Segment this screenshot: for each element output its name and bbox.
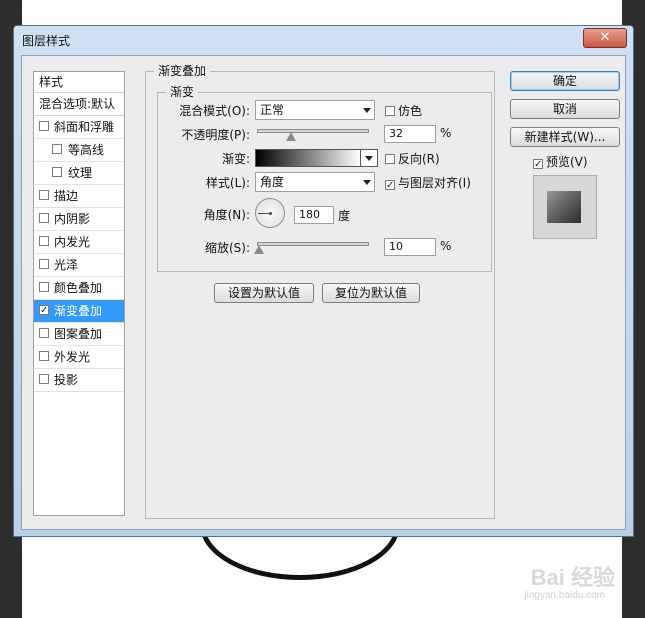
style-item-checkbox[interactable]: [52, 144, 62, 154]
checkbox-box: ✓: [385, 180, 395, 191]
reverse-label: 反向(R): [398, 152, 440, 166]
style-item-label: 渐变叠加: [54, 304, 103, 318]
style-list-item[interactable]: 光泽: [34, 254, 124, 277]
style-item-label: 颜色叠加: [54, 281, 103, 295]
scale-unit: %: [440, 239, 452, 253]
sub-group-title: 渐变: [166, 85, 199, 99]
style-preview: [533, 175, 597, 239]
style-list-item[interactable]: 外发光: [34, 346, 124, 369]
style-item-checkbox[interactable]: [52, 167, 62, 177]
style-list-header[interactable]: 样式: [34, 72, 124, 93]
chevron-down-icon: [363, 108, 371, 113]
style-item-checkbox[interactable]: [39, 328, 49, 338]
style-list-item[interactable]: 斜面和浮雕: [34, 116, 124, 139]
angle-dial[interactable]: [255, 198, 285, 228]
gradient-sub-group: 渐变 混合模式(O): 正常 仿色 不透明度(P): 32 % 渐变: 反向(R…: [157, 85, 492, 272]
style-item-label: 光泽: [54, 258, 79, 272]
dialog-client-area: 样式 混合选项:默认 斜面和浮雕 等高线 纹理 描边 内阴影 内发光 光泽 颜色叠加 ✓ 渐变叠加…: [21, 55, 626, 530]
style-item-label: 投影: [54, 373, 79, 387]
style-list-item[interactable]: 投影: [34, 369, 124, 392]
style-item-checkbox[interactable]: [39, 282, 49, 292]
scale-slider-thumb[interactable]: [254, 245, 264, 254]
checkbox-box: [385, 154, 395, 164]
angle-label: 角度(N):: [203, 208, 250, 222]
blend-options-item[interactable]: 混合选项:默认: [34, 93, 124, 116]
opacity-unit: %: [440, 126, 452, 140]
style-list-item[interactable]: 内发光: [34, 231, 124, 254]
close-button[interactable]: ✕: [583, 28, 627, 48]
gradient-overlay-group: 渐变叠加 渐变 混合模式(O): 正常 仿色 不透明度(P): 32 % 渐变:…: [145, 64, 495, 519]
preview-label: 预览(V): [546, 155, 588, 169]
style-item-checkbox[interactable]: [39, 374, 49, 384]
checkbox-box: [385, 106, 395, 116]
dither-checkbox[interactable]: 仿色: [385, 102, 422, 119]
style-list-item[interactable]: 描边: [34, 185, 124, 208]
style-list-item[interactable]: 颜色叠加: [34, 277, 124, 300]
checkbox-box: ✓: [533, 159, 543, 170]
style-list-item[interactable]: 图案叠加: [34, 323, 124, 346]
blend-mode-value: 正常: [260, 103, 285, 117]
opacity-slider-track[interactable]: [257, 129, 369, 133]
style-item-label: 描边: [54, 189, 79, 203]
opacity-label: 不透明度(P):: [181, 128, 250, 142]
group-title: 渐变叠加: [154, 64, 211, 78]
scale-slider-track[interactable]: [257, 242, 369, 246]
gradient-style-select[interactable]: 角度: [255, 172, 375, 192]
style-item-checkbox[interactable]: [39, 190, 49, 200]
gradient-dropdown-button[interactable]: [360, 149, 378, 167]
chevron-down-icon: [363, 180, 371, 185]
style-list: 样式 混合选项:默认 斜面和浮雕等高线纹理描边内阴影内发光光泽颜色叠加 ✓ 渐变叠加…: [33, 71, 125, 516]
style-item-label: 斜面和浮雕: [54, 120, 115, 134]
dither-label: 仿色: [398, 104, 423, 118]
angle-center: [269, 212, 272, 215]
gradient-picker[interactable]: [255, 149, 361, 167]
style-item-label: 外发光: [54, 350, 91, 364]
set-default-button[interactable]: 设置为默认值: [214, 283, 314, 303]
gradient-label: 渐变:: [221, 152, 250, 166]
angle-unit: 度: [338, 209, 351, 223]
blend-mode-select[interactable]: 正常: [255, 100, 375, 120]
style-list-item[interactable]: 内阴影: [34, 208, 124, 231]
layer-style-dialog: 图层样式 ✕ 样式 混合选项:默认 斜面和浮雕等高线纹理描边内阴影内发光光泽颜色…: [13, 25, 634, 537]
dialog-title: 图层样式: [22, 34, 71, 48]
style-item-label: 等高线: [68, 143, 105, 157]
style-list-item[interactable]: ✓ 渐变叠加: [34, 300, 124, 323]
style-item-checkbox[interactable]: [39, 121, 49, 131]
style-item-checkbox[interactable]: [39, 213, 49, 223]
preview-checkbox[interactable]: ✓ 预览(V): [533, 153, 588, 170]
style-items: 斜面和浮雕等高线纹理描边内阴影内发光光泽颜色叠加 ✓ 渐变叠加图案叠加外发光投影: [34, 116, 124, 392]
style-item-label: 内发光: [54, 235, 91, 249]
style-item-checkbox[interactable]: [39, 236, 49, 246]
style-item-label: 图案叠加: [54, 327, 103, 341]
reverse-checkbox[interactable]: 反向(R): [385, 150, 440, 167]
angle-input[interactable]: 180: [294, 206, 334, 224]
style-item-label: 内阴影: [54, 212, 91, 226]
cancel-button[interactable]: 取消: [510, 99, 620, 119]
style-item-checkbox[interactable]: [39, 351, 49, 361]
opacity-input[interactable]: 32: [384, 125, 436, 143]
scale-label: 缩放(S):: [204, 241, 250, 255]
watermark-logo: Bai 经验: [530, 565, 615, 590]
title-bar[interactable]: 图层样式 ✕: [14, 26, 633, 52]
new-style-button[interactable]: 新建样式(W)...: [510, 127, 620, 147]
style-label: 样式(L):: [205, 176, 250, 190]
ok-button[interactable]: 确定: [510, 71, 620, 91]
style-item-label: 纹理: [68, 166, 93, 180]
blend-mode-label: 混合模式(O):: [179, 104, 250, 118]
style-list-item[interactable]: 等高线: [34, 139, 124, 162]
watermark-url: jingyan.baidu.com: [524, 590, 605, 601]
align-with-layer-checkbox[interactable]: ✓ 与图层对齐(I): [385, 174, 471, 191]
gradient-style-value: 角度: [260, 175, 285, 189]
style-item-checkbox[interactable]: ✓: [39, 305, 49, 316]
align-with-layer-label: 与图层对齐(I): [398, 176, 471, 190]
chevron-down-icon: [365, 156, 373, 161]
preview-swatch: [547, 191, 581, 223]
scale-input[interactable]: 10: [384, 238, 436, 256]
style-list-item[interactable]: 纹理: [34, 162, 124, 185]
style-item-checkbox[interactable]: [39, 259, 49, 269]
reset-default-button[interactable]: 复位为默认值: [322, 283, 420, 303]
opacity-slider-thumb[interactable]: [286, 132, 296, 141]
